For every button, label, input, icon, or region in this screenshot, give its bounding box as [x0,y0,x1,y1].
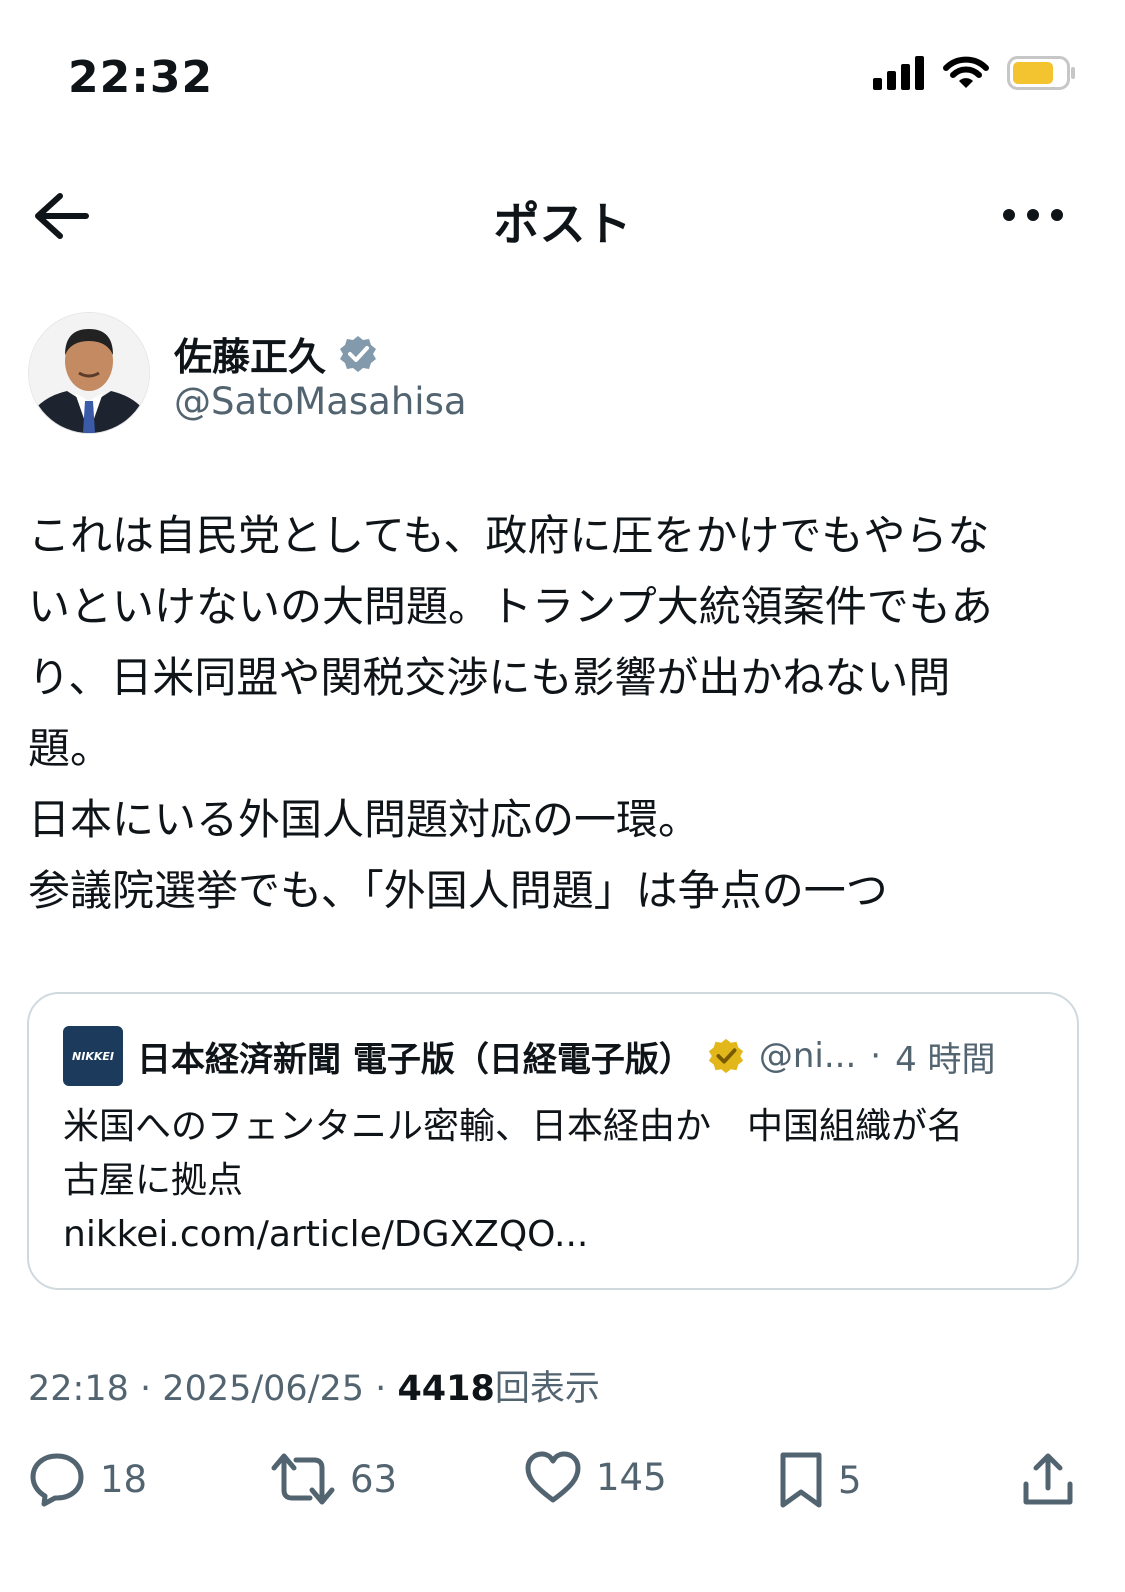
post-date: 2025/06/25 [162,1369,365,1409]
reply-icon [30,1453,84,1507]
verified-badge-icon [340,335,377,372]
heart-icon [525,1451,581,1503]
repost-button[interactable]: 63 [270,1450,397,1508]
repost-count: 63 [350,1457,398,1501]
repost-icon [271,1453,335,1505]
cellular-signal-icon [873,56,924,90]
quoted-text-line: 米国へのフェンタニル密輸、日本経由か 中国組織が名 [63,1106,964,1147]
post-time: 22:18 [28,1369,129,1409]
share-icon [1023,1453,1073,1505]
quoted-link[interactable]: nikkei.com/article/DGXZQO... [63,1208,1043,1262]
post-text-line: 題。 [28,724,113,773]
separator: · [870,1036,882,1076]
quoted-post-header: NIKKEI 日本経済新聞 電子版（日経電子版） @ni... · 4 時間 [63,1026,996,1086]
quoted-post-age: 4 時間 [895,1039,996,1080]
bookmark-count: 5 [838,1458,862,1502]
quoted-text-line: 古屋に拠点 [63,1160,244,1201]
like-button[interactable]: 145 [524,1450,667,1504]
nikkei-logo: NIKKEI [63,1026,123,1086]
views-count[interactable]: 4418 [397,1369,494,1409]
quoted-post-text: 米国へのフェンタニル密輸、日本経由か 中国組織が名 古屋に拠点 nikkei.c… [63,1100,1043,1262]
bookmark-icon [780,1452,822,1508]
author-handle[interactable]: @SatoMasahisa [174,380,467,423]
separator: · [140,1369,152,1409]
post-actions: 18 63 145 5 [0,1440,1125,1530]
post-author: 佐藤正久 @SatoMasahisa [28,312,1088,442]
separator: · [375,1369,387,1409]
post-text-line: り、日米同盟や関税交渉にも影響が出かねない問 [28,653,951,702]
wifi-icon [943,56,989,88]
quoted-author-handle: @ni... [758,1036,857,1076]
status-bar: 22:32 [0,0,1125,160]
nav-bar: ポスト [0,170,1125,260]
quoted-post-card[interactable]: NIKKEI 日本経済新聞 電子版（日経電子版） @ni... · 4 時間 米… [27,992,1079,1290]
page-title: ポスト [493,197,632,251]
views-label: 回表示 [494,1369,600,1409]
post-meta: 22:18 · 2025/06/25 · 4418回表示 [28,1360,600,1411]
status-time: 22:32 [68,52,214,103]
post-text-line: 日本にいる外国人問題対応の一環。 [28,795,701,844]
more-horizontal-icon [1003,209,1063,221]
author-name: 佐藤正久 [174,335,327,379]
avatar[interactable] [28,312,150,434]
post-text-line: 参議院選挙でも、「外国人問題」は争点の一つ [28,866,888,915]
battery-icon [1007,56,1075,90]
bookmark-button[interactable]: 5 [778,1450,862,1510]
post-text: これは自民党としても、政府に圧をかけでもやらな いといけないの大問題。トランプ大… [28,500,1068,926]
status-icons [873,56,1077,90]
like-count: 145 [596,1455,667,1499]
avatar-portrait [29,313,149,433]
more-button[interactable] [1001,190,1065,240]
reply-button[interactable]: 18 [28,1450,147,1508]
reply-count: 18 [100,1457,148,1501]
quoted-author-name: 日本経済新聞 電子版（日経電子版） [137,1039,693,1080]
post-text-line: これは自民党としても、政府に圧をかけでもやらな [28,511,990,560]
author-display-name[interactable]: 佐藤正久 [174,326,378,381]
post-text-line: いといけないの大問題。トランプ大統領案件でもあ [28,582,993,631]
share-button[interactable] [1020,1450,1076,1508]
verified-gold-badge-icon [708,1038,743,1074]
